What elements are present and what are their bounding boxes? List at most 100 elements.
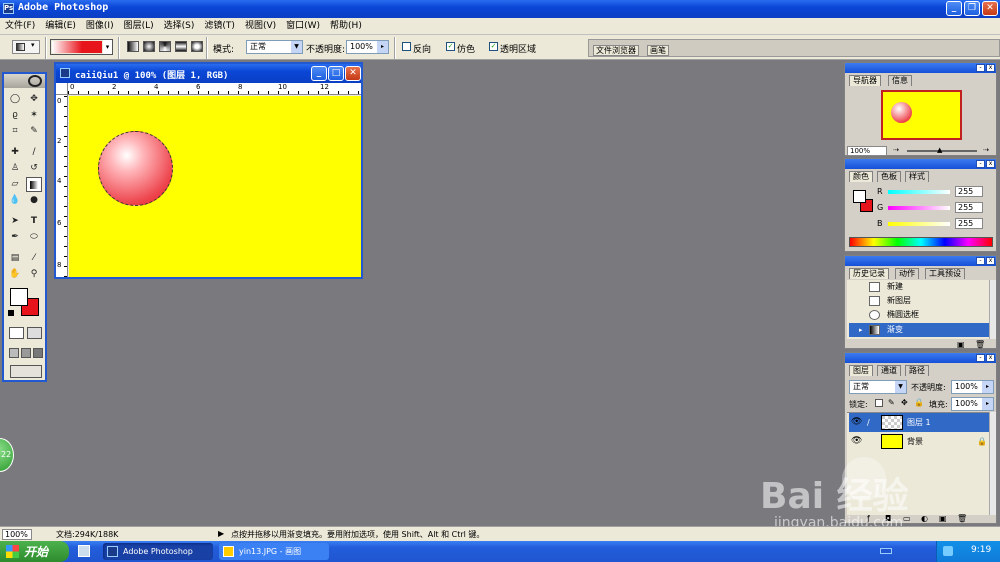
history-item[interactable]: 新图层: [849, 294, 992, 308]
tab-info[interactable]: 信息: [888, 75, 912, 86]
chevron-down-icon[interactable]: ▾: [103, 40, 112, 54]
delete-layer-icon[interactable]: 🗑: [957, 514, 967, 523]
angle-gradient-button[interactable]: [159, 41, 171, 52]
chevron-right-icon[interactable]: ▸: [982, 398, 993, 410]
eye-icon[interactable]: 👁: [851, 413, 862, 432]
tab-navigator[interactable]: 导航器: [849, 75, 881, 86]
lock-position-icon[interactable]: ✥: [901, 398, 908, 407]
panel-close-button[interactable]: x: [986, 64, 995, 72]
history-item-selected[interactable]: ▸ 渐变: [849, 323, 992, 337]
start-button[interactable]: 开始: [0, 541, 69, 562]
lock-transparency-icon[interactable]: [875, 399, 883, 407]
menu-window[interactable]: 窗口(W): [281, 18, 325, 34]
quick-launch-icon[interactable]: [78, 545, 90, 557]
healing-brush-icon[interactable]: ✚: [7, 145, 23, 160]
close-button[interactable]: ✕: [982, 1, 998, 16]
channel-r-slider[interactable]: [888, 190, 950, 194]
doc-maximize-button[interactable]: □: [328, 66, 344, 81]
volume-icon[interactable]: [880, 548, 892, 554]
eye-icon[interactable]: 👁: [851, 432, 862, 451]
foreground-color-swatch[interactable]: [10, 288, 28, 306]
magic-wand-icon[interactable]: ✶: [26, 108, 42, 123]
menu-help[interactable]: 帮助(H): [325, 18, 367, 34]
menu-file[interactable]: 文件(F): [0, 18, 40, 34]
opacity-field[interactable]: 100% ▸: [346, 40, 389, 54]
navigator-zoom[interactable]: 100%: [847, 146, 887, 156]
mode-select[interactable]: 正常 ▼: [246, 40, 303, 54]
panel-title-bar[interactable]: - x: [845, 353, 996, 363]
history-brush-icon[interactable]: ↺: [26, 161, 42, 176]
menu-view[interactable]: 视图(V): [240, 18, 281, 34]
panel-close-button[interactable]: x: [986, 354, 995, 362]
tray-icon[interactable]: [943, 546, 953, 556]
channel-g-value[interactable]: 255: [955, 202, 983, 213]
delete-state-icon[interactable]: 🗑: [975, 340, 985, 349]
default-colors-icon[interactable]: [8, 310, 14, 316]
menu-edit[interactable]: 编辑(E): [40, 18, 81, 34]
doc-minimize-button[interactable]: _: [311, 66, 327, 81]
document-canvas[interactable]: [69, 96, 361, 277]
diamond-gradient-button[interactable]: [191, 41, 203, 52]
fill-field[interactable]: 100% ▸: [951, 397, 994, 411]
document-title-bar[interactable]: caiiQiu1 @ 100% (图层 1, RGB) _ □ ✕: [56, 64, 361, 83]
tab-channels[interactable]: 通道: [877, 365, 901, 376]
status-zoom[interactable]: 100%: [2, 529, 32, 540]
new-snapshot-icon[interactable]: ▣: [957, 340, 965, 349]
pen-tool-icon[interactable]: ✒: [7, 230, 23, 245]
floating-badge[interactable]: 22: [0, 438, 14, 472]
tab-file-browser[interactable]: 文件浏览器: [593, 45, 639, 56]
history-item[interactable]: 椭圆选框: [849, 308, 992, 322]
tab-tool-presets[interactable]: 工具预设: [925, 268, 965, 279]
zoom-in-icon[interactable]: ⇢: [983, 146, 989, 154]
layer-opacity-field[interactable]: 100% ▸: [951, 380, 994, 394]
eraser-tool-icon[interactable]: ▱: [7, 177, 23, 192]
reflected-gradient-button[interactable]: [175, 41, 187, 52]
gradient-tool-icon[interactable]: [26, 177, 42, 192]
menu-layer[interactable]: 图层(L): [119, 18, 159, 34]
hand-tool-icon[interactable]: ✋: [7, 267, 23, 282]
doc-close-button[interactable]: ✕: [345, 66, 361, 81]
move-tool-icon[interactable]: ✥: [26, 92, 42, 107]
panel-title-bar[interactable]: - x: [845, 159, 996, 169]
color-fg-swatch[interactable]: [853, 190, 866, 203]
shape-tool-icon[interactable]: ⬭: [26, 230, 42, 245]
type-tool-icon[interactable]: T: [26, 214, 42, 229]
radial-gradient-button[interactable]: [143, 41, 155, 52]
gradient-picker[interactable]: ▾: [50, 39, 113, 55]
tab-layers[interactable]: 图层: [849, 365, 873, 376]
tab-color[interactable]: 颜色: [849, 171, 873, 182]
zoom-out-icon[interactable]: ⇢: [893, 146, 899, 154]
marquee-tool-icon[interactable]: ◯: [7, 92, 23, 107]
history-scrollbar[interactable]: [989, 280, 996, 339]
screen-mode-full-menu[interactable]: [21, 348, 31, 358]
zoom-slider-thumb[interactable]: ▲: [937, 146, 942, 154]
toolbox-header[interactable]: [4, 74, 45, 88]
jump-to-imageready-button[interactable]: [10, 365, 42, 378]
panel-title-bar[interactable]: - x: [845, 63, 996, 73]
dodge-tool-icon[interactable]: ●: [26, 193, 42, 208]
reverse-checkbox[interactable]: [402, 42, 411, 51]
taskbar-item-photoshop[interactable]: Adobe Photoshop: [103, 543, 213, 560]
channel-b-slider[interactable]: [888, 222, 950, 226]
tab-swatches[interactable]: 色板: [877, 171, 901, 182]
panel-minimize-button[interactable]: -: [976, 160, 985, 168]
crop-tool-icon[interactable]: ⌗: [7, 124, 23, 139]
channel-b-value[interactable]: 255: [955, 218, 983, 229]
clone-stamp-icon[interactable]: ♙: [7, 161, 23, 176]
layer-row[interactable]: 👁 背景 🔒: [849, 432, 992, 451]
layers-scrollbar[interactable]: [989, 412, 996, 515]
history-item[interactable]: 新建: [849, 280, 992, 294]
eyedropper-icon[interactable]: ⁄: [26, 251, 42, 266]
channel-r-value[interactable]: 255: [955, 186, 983, 197]
taskbar-item-paint[interactable]: yin13.JPG - 画图: [219, 543, 329, 560]
linear-gradient-button[interactable]: [127, 41, 139, 52]
screen-mode-standard[interactable]: [9, 348, 19, 358]
tab-paths[interactable]: 路径: [905, 365, 929, 376]
panel-title-bar[interactable]: - x: [845, 256, 996, 266]
panel-close-button[interactable]: x: [986, 160, 995, 168]
path-select-icon[interactable]: ➤: [7, 214, 23, 229]
dither-checkbox[interactable]: ✓: [446, 42, 455, 51]
menu-filter[interactable]: 滤镜(T): [199, 18, 240, 34]
layer-row-selected[interactable]: 👁 ∕ 图层 1: [849, 413, 992, 432]
slice-tool-icon[interactable]: ✎: [26, 124, 42, 139]
